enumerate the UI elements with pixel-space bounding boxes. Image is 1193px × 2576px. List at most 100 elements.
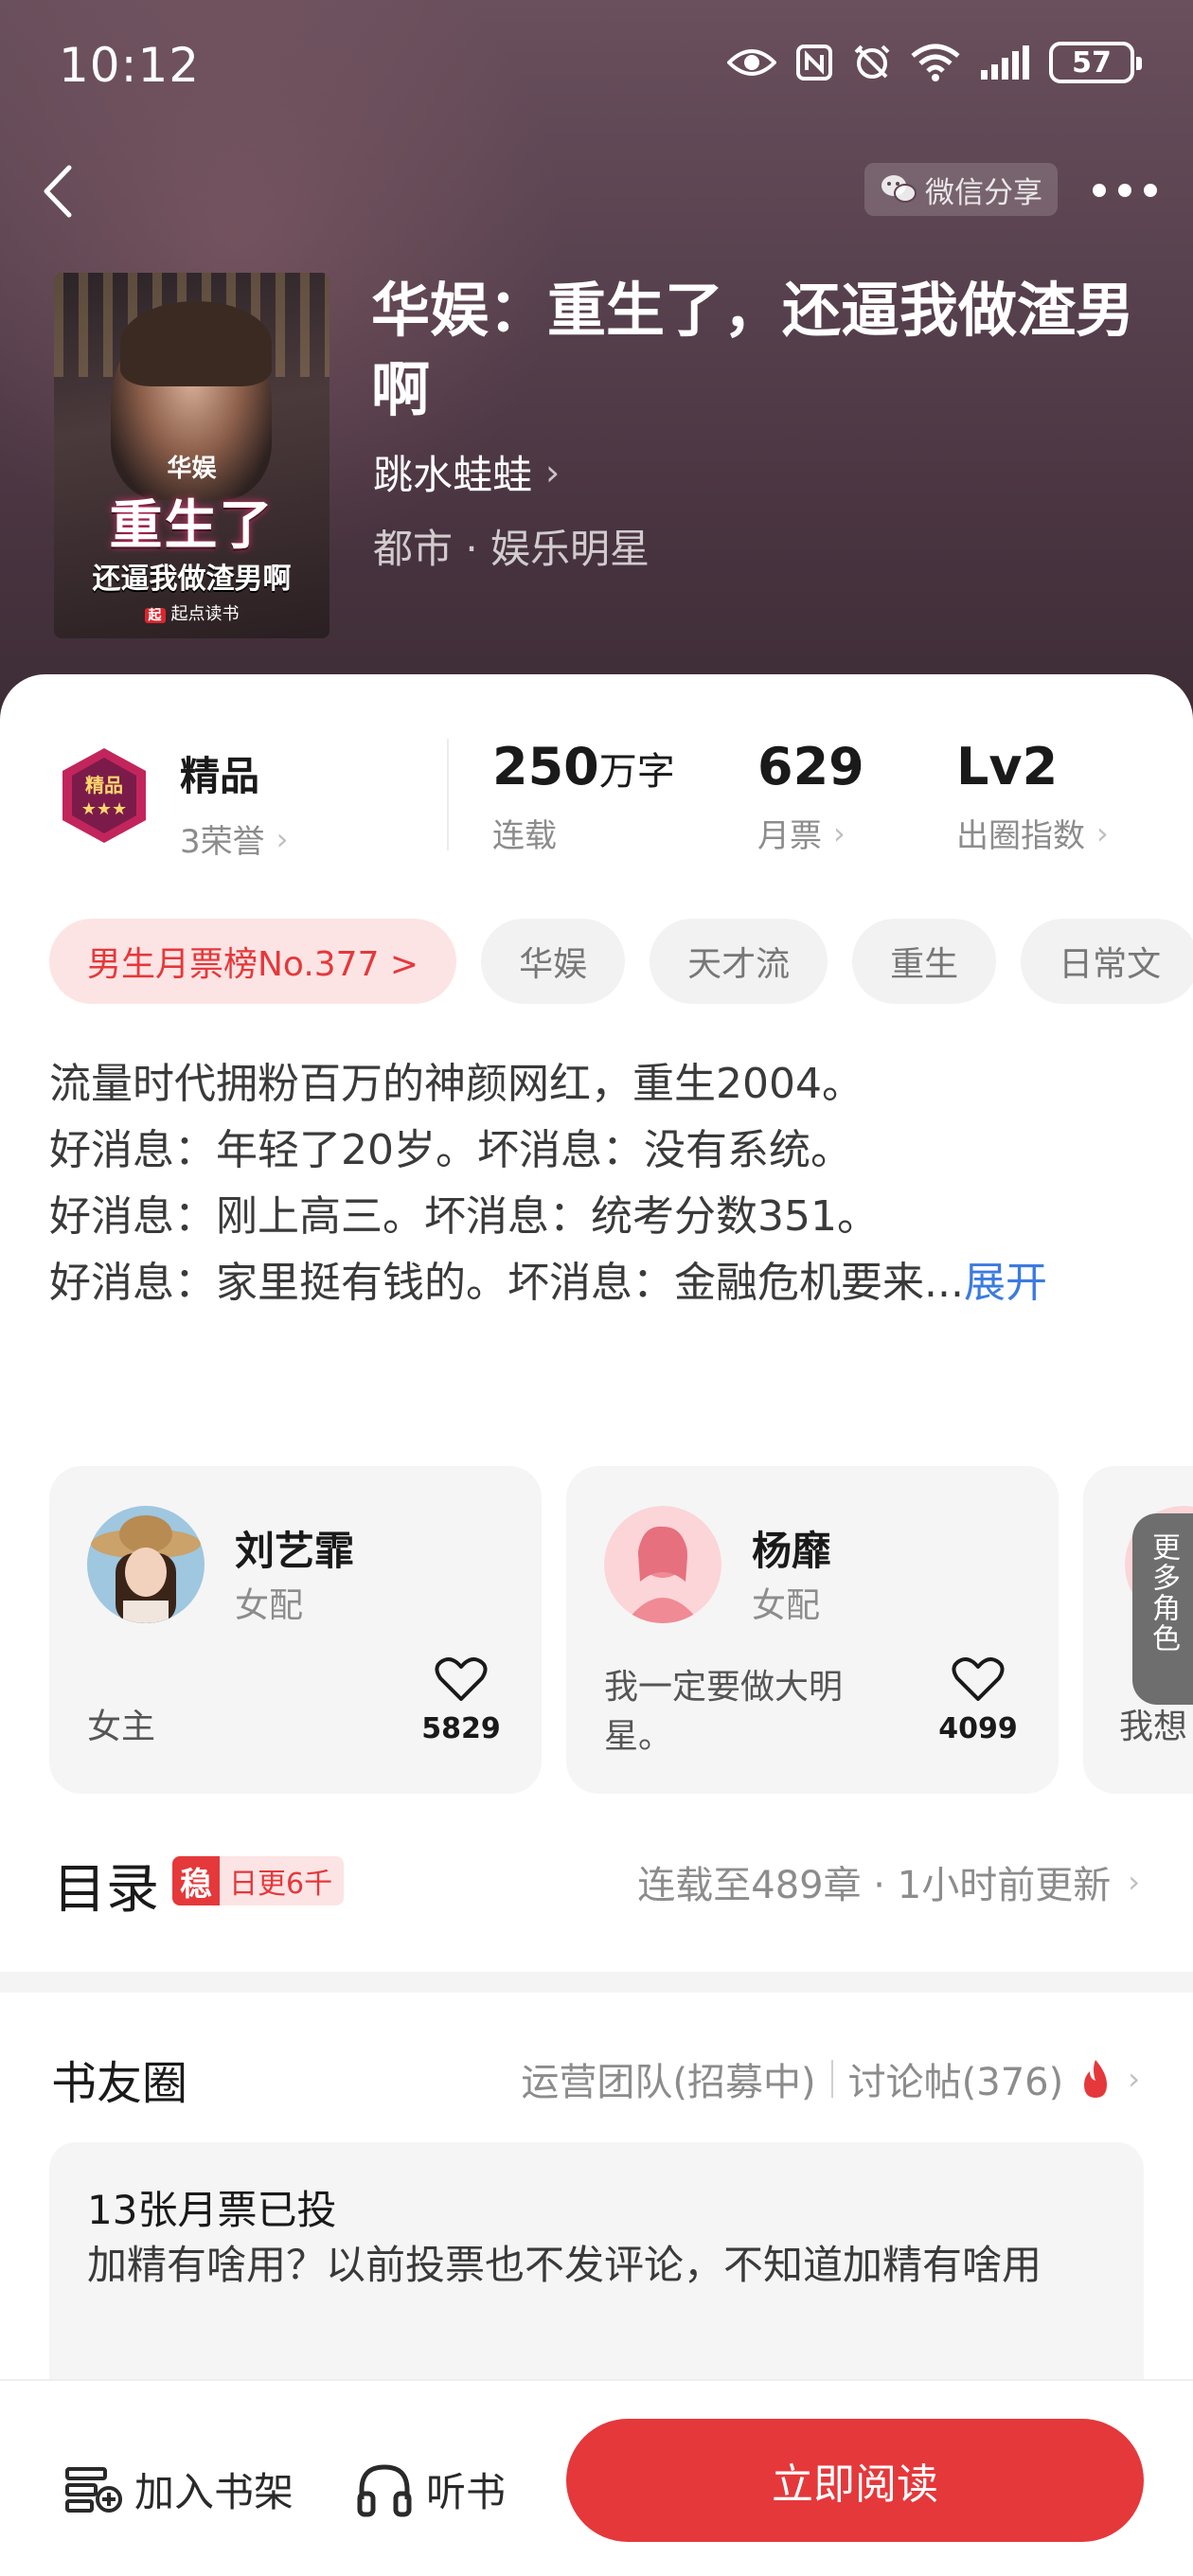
wechat-icon [881,175,917,203]
book-intro[interactable]: 流量时代拥粉百万的神颜网红，重生2004。 好消息：年轻了20岁。坏消息：没有系… [49,1051,1119,1316]
signal-icon [981,45,1029,80]
book-circle-links: 运营团队(招募中) 讨论帖(376) › [521,2051,1140,2106]
section-divider [0,1972,1193,1993]
eye-icon [727,49,776,76]
serial-status: 连载 [492,817,557,855]
character-name: 刘艺霏 [235,1528,355,1574]
dot-icon [1118,184,1131,197]
like-button[interactable]: 5829 [418,1655,504,1745]
status-bar: 10:12 57 [0,0,1193,133]
book-title: 华娱：重生了，还逼我做渣男啊 [371,276,1135,424]
chevron-right-icon: › [1128,1864,1140,1900]
word-count-unit: 万字 [598,750,675,794]
author-link[interactable]: 跳水蛙蛙 › [373,443,560,501]
listen-label: 听书 [426,2469,507,2515]
word-count-stat: 250万字 连载 [492,737,675,856]
alarm-off-icon [854,45,890,79]
catalog-status-text: 连载至489章 · 1小时前更新 [637,1864,1112,1907]
update-badge: 稳 日更6千 [172,1856,345,1905]
catalog-link[interactable]: 连载至489章 · 1小时前更新 › [637,1854,1140,1909]
word-count-value: 250 [492,737,599,796]
popularity-index-stat[interactable]: Lv2 出圈指数 › [956,737,1109,856]
read-now-button[interactable]: 立即阅读 [566,2419,1144,2542]
character-desc: 我想 [1119,1708,1188,1746]
book-genre: 都市 · 娱乐明星 [373,526,650,572]
tag-chip[interactable]: 天才流 [650,919,828,1004]
status-icons: 57 [727,42,1142,83]
popularity-index-label: 出圈指数 [956,817,1085,855]
heart-icon [435,1657,488,1701]
ops-team-link[interactable]: 运营团队(招募中) [521,2051,815,2106]
wifi-icon [911,44,960,81]
monthly-ticket-value: 629 [757,737,864,796]
intro-line-text: 好消息：家里挺有钱的。坏消息：金融危机要来... [49,1259,964,1307]
like-button[interactable]: 4099 [935,1655,1021,1745]
character-card[interactable]: 刘艺霏 女配 女主 5829 [49,1466,542,1794]
chevron-right-icon[interactable]: › [1128,2061,1140,2097]
read-now-label: 立即阅读 [772,2460,938,2509]
character-role: 女配 [752,1586,821,1625]
chevron-right-icon: › [1096,814,1109,851]
fire-icon [1084,2060,1108,2098]
intro-line: 好消息：家里挺有钱的。坏消息：金融危机要来...展开 [49,1250,1119,1316]
character-role: 女配 [235,1586,304,1625]
intro-line: 好消息：刚上高三。坏消息：统考分数351。 [49,1192,879,1241]
character-card[interactable]: 杨靡 女配 我一定要做大明星。 4099 [566,1466,1059,1794]
listen-button[interactable]: 听书 [356,2460,506,2518]
character-desc: 我一定要做大明星。 [604,1668,844,1756]
battery-indicator: 57 [1049,42,1142,83]
quality-stat[interactable]: 精品 3荣誉 › [180,744,288,862]
chevron-right-icon: › [545,451,561,493]
honor-count: 3荣誉 [180,823,265,861]
like-count: 4099 [938,1712,1018,1745]
character-desc: 女主 [87,1708,156,1746]
character-avatar [604,1506,721,1623]
svg-text:精品: 精品 [85,774,123,796]
nfc-icon [796,45,832,80]
status-time: 10:12 [59,38,201,93]
rank-tag[interactable]: 男生月票榜No.377 > [49,919,457,1004]
intro-line: 流量时代拥粉百万的神颜网红，重生2004。 [49,1060,864,1108]
character-avatar [87,1506,205,1623]
tag-list: 男生月票榜No.377 > 华娱 天才流 重生 日常文 [49,919,1193,1006]
headphones-icon [357,2463,412,2516]
chevron-right-icon: › [833,814,846,851]
expand-link[interactable]: 展开 [964,1259,1047,1307]
monthly-ticket-stat[interactable]: 629 月票 › [757,737,864,856]
character-name: 杨靡 [752,1528,832,1574]
like-count: 5829 [421,1712,501,1745]
intro-line: 好消息：年轻了20岁。坏消息：没有系统。 [49,1126,852,1174]
more-roles-button[interactable]: 更多角色 [1132,1513,1193,1705]
wechat-share-button[interactable]: 微信分享 [864,163,1058,216]
dot-icon [1093,184,1106,197]
tag-chip[interactable]: 重生 [852,919,997,1004]
publisher-logo: 起 [144,608,166,623]
heart-icon [952,1657,1005,1701]
chevron-right-icon: › [276,820,289,857]
tag-chip[interactable]: 华娱 [481,919,626,1004]
book-header: 10:12 57 微信分享 华娱 重生了 还逼我做渣男啊 起起点读书 华娱：重生… [0,0,1193,720]
book-cover[interactable]: 华娱 重生了 还逼我做渣男啊 起起点读书 [54,273,329,638]
link-separator [830,2060,833,2098]
cover-publisher-label: 起点读书 [170,604,240,624]
quality-label: 精品 [180,753,260,799]
post-card[interactable]: 13张月票已投 加精有啥用？以前投票也不发评论，不知道加精有啥用 [49,2142,1144,2388]
wechat-share-label: 微信分享 [925,175,1042,210]
monthly-ticket-label: 月票 [757,817,822,855]
author-name: 跳水蛙蛙 [373,452,533,498]
discussion-link[interactable]: 讨论帖(376) [848,2051,1064,2106]
more-roles-label: 更多角色 [1147,1532,1180,1654]
cover-character-hair [120,301,272,386]
catalog-title: 目录 [53,1859,159,1921]
cover-title-line1: 华娱 [167,455,217,483]
cover-title-line2: 重生了 [109,495,275,557]
stable-badge: 稳 [172,1856,220,1905]
back-button[interactable] [27,159,87,224]
bottom-action-bar: 加入书架 听书 立即阅读 [0,2379,1193,2576]
book-circle-title: 书友圈 [51,2057,188,2110]
tag-chip[interactable]: 日常文 [1021,919,1193,1004]
more-options-button[interactable] [1087,167,1163,214]
add-to-shelf-button[interactable]: 加入书架 [64,2460,294,2518]
post-body: 加精有啥用？以前投票也不发评论，不知道加精有啥用 [87,2242,1042,2288]
popularity-index-value: Lv2 [956,737,1059,796]
